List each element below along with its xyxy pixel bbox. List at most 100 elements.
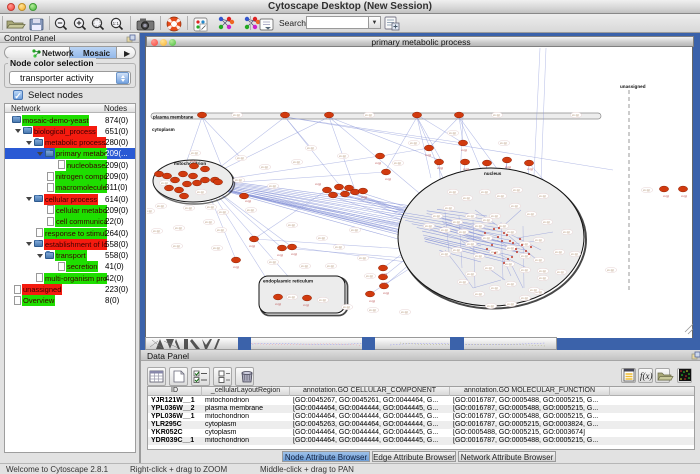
svg-text:xx(g): xx(g): [663, 194, 669, 198]
svg-text:xx (g): xx (g): [219, 210, 226, 214]
svg-text:xx(g): xx(g): [245, 199, 251, 203]
svg-text:xx (g): xx (g): [521, 254, 528, 258]
svg-text:xx (g): xx (g): [467, 242, 474, 246]
svg-text:xx (g): xx (g): [507, 282, 514, 286]
svg-text:xx(g): xx(g): [383, 291, 389, 295]
svg-text:xx (g): xx (g): [185, 206, 192, 210]
svg-text:xx (g): xx (g): [459, 280, 466, 284]
svg-text:f(x): f(x): [640, 371, 653, 381]
svg-text:xx (g): xx (g): [487, 304, 494, 308]
svg-text:xx (g): xx (g): [500, 141, 507, 145]
svg-text:xx (g): xx (g): [247, 208, 254, 212]
svg-text:1:1: 1:1: [113, 21, 120, 26]
svg-text:xx(g): xx(g): [463, 167, 469, 171]
svg-text:xx(g): xx(g): [277, 253, 283, 257]
svg-text:xx(g): xx(g): [437, 166, 443, 170]
svg-text:xx (g): xx (g): [535, 258, 542, 262]
svg-text:xx (g): xx (g): [288, 223, 295, 227]
svg-text:xx(g): xx(g): [385, 177, 391, 181]
svg-text:xx (g): xx (g): [539, 194, 546, 198]
svg-text:xx(g): xx(g): [233, 265, 239, 269]
svg-text:xx (g): xx (g): [147, 209, 152, 213]
svg-text:xx (g): xx (g): [481, 190, 488, 194]
svg-text:xx(g): xx(g): [291, 252, 297, 256]
svg-text:xx (g): xx (g): [445, 206, 452, 210]
svg-text:xx (g): xx (g): [343, 305, 350, 309]
svg-text:xx(g): xx(g): [275, 302, 281, 306]
svg-text:xx (g): xx (g): [543, 220, 550, 224]
svg-text:xx (g): xx (g): [269, 184, 276, 188]
svg-text:xx (g): xx (g): [394, 161, 401, 165]
svg-text:xx (g): xx (g): [453, 248, 460, 252]
svg-text:xx (g): xx (g): [507, 230, 514, 234]
svg-text:xx (g): xx (g): [491, 214, 498, 218]
svg-text:xx (g): xx (g): [513, 188, 520, 192]
svg-text:xx(g): xx(g): [249, 244, 255, 248]
svg-text:xx (g): xx (g): [467, 272, 474, 276]
svg-text:xx (g): xx (g): [505, 262, 512, 266]
svg-text:xx(g): xx(g): [375, 161, 381, 165]
svg-text:xx (g): xx (g): [153, 229, 160, 233]
svg-text:xx(g): xx(g): [315, 182, 321, 186]
svg-text:xx (g): xx (g): [327, 264, 334, 268]
svg-text:xx (g): xx (g): [293, 160, 300, 164]
svg-text:xx (g): xx (g): [213, 246, 220, 250]
svg-text:xx (g): xx (g): [233, 113, 240, 117]
svg-text:xx (g): xx (g): [433, 214, 440, 218]
svg-text:xx (g): xx (g): [175, 226, 182, 230]
svg-text:xx (g): xx (g): [339, 154, 346, 158]
svg-text:xx (g): xx (g): [441, 228, 448, 232]
svg-text:xx (g): xx (g): [563, 230, 570, 234]
svg-text:xx(g): xx(g): [190, 159, 196, 163]
svg-text:xx (g): xx (g): [557, 270, 564, 274]
svg-text:xx(g): xx(g): [381, 281, 387, 285]
svg-text:xx(g): xx(g): [461, 148, 467, 152]
svg-text:xx (g): xx (g): [335, 245, 342, 249]
svg-text:xx (g): xx (g): [449, 190, 456, 194]
svg-text:xx (g): xx (g): [369, 308, 376, 312]
svg-text:xx (g): xx (g): [366, 274, 373, 278]
svg-text:xx (g): xx (g): [527, 212, 534, 216]
svg-text:xx (g): xx (g): [459, 230, 466, 234]
svg-text:xx (g): xx (g): [351, 228, 358, 232]
svg-text:xx (g): xx (g): [235, 178, 242, 182]
svg-text:xx (g): xx (g): [161, 181, 168, 185]
svg-text:xx (g): xx (g): [535, 238, 542, 242]
svg-text:endoplasmic reticulum: endoplasmic reticulum: [263, 279, 313, 284]
svg-text:xx (g): xx (g): [307, 146, 314, 150]
svg-text:xx (g): xx (g): [365, 113, 372, 117]
svg-text:xx (g): xx (g): [475, 254, 482, 258]
svg-text:nucleus: nucleus: [484, 171, 502, 176]
svg-text:xx (g): xx (g): [217, 228, 224, 232]
svg-text:xx (g): xx (g): [511, 204, 518, 208]
svg-text:xx (g): xx (g): [485, 266, 492, 270]
svg-text:xx (g): xx (g): [441, 252, 448, 256]
svg-text:xx (g): xx (g): [539, 269, 546, 273]
svg-text:xx (g): xx (g): [173, 244, 180, 248]
svg-text:xx (g): xx (g): [475, 292, 482, 296]
svg-text:xx (g): xx (g): [410, 141, 417, 145]
svg-text:xx (g): xx (g): [453, 220, 460, 224]
svg-text:xx (g): xx (g): [261, 165, 268, 169]
svg-text:xx (g): xx (g): [319, 298, 326, 302]
svg-text:xx (g): xx (g): [555, 250, 562, 254]
svg-text:xx (g): xx (g): [572, 113, 579, 117]
svg-text:xx(g): xx(g): [303, 303, 309, 307]
svg-text:xx (g): xx (g): [359, 256, 366, 260]
svg-text:cytoplasm: cytoplasm: [152, 127, 175, 132]
svg-text:xx (g): xx (g): [301, 264, 308, 268]
svg-text:xx (g): xx (g): [467, 214, 474, 218]
svg-text:xx(g): xx(g): [361, 195, 367, 199]
svg-text:xx (g): xx (g): [237, 156, 244, 160]
svg-text:xx (g): xx (g): [497, 194, 504, 198]
svg-text:plasma membrane: plasma membrane: [153, 115, 194, 120]
svg-text:unassigned: unassigned: [620, 84, 646, 89]
svg-text:xx(g): xx(g): [425, 153, 431, 157]
svg-text:xx (g): xx (g): [425, 224, 432, 228]
svg-text:xx (g): xx (g): [643, 188, 650, 192]
svg-text:xx(g): xx(g): [369, 299, 375, 303]
svg-text:xx (g): xx (g): [539, 276, 546, 280]
svg-text:xx (g): xx (g): [288, 295, 295, 299]
svg-text:xx (g): xx (g): [493, 113, 500, 117]
svg-text:xx (g): xx (g): [483, 218, 490, 222]
